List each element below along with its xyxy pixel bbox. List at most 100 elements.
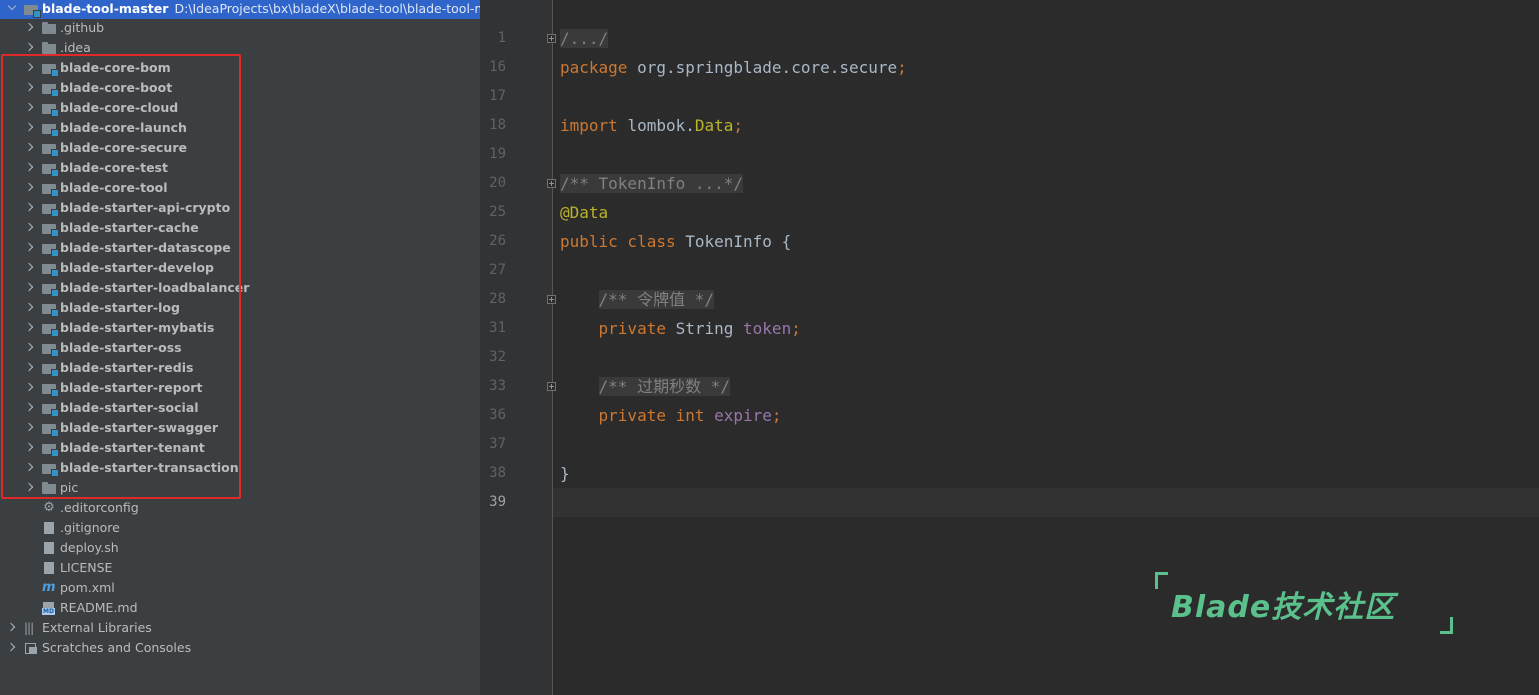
code-token: lombok. (627, 116, 695, 135)
code-line[interactable]: /** 过期秒数 */ (560, 372, 730, 401)
code-token: /** 过期秒数 */ (598, 377, 730, 396)
watermark-bracket-bottom-right (1440, 617, 1453, 634)
code-line[interactable]: package org.springblade.core.secure; (560, 53, 907, 82)
tree-item-label: Scratches and Consoles (42, 640, 192, 655)
code-token: private (560, 319, 676, 338)
line-number: 38 (489, 465, 506, 481)
tree-item-label: LICENSE (60, 560, 113, 575)
code-token: /** TokenInfo ...*/ (560, 174, 744, 193)
code-token: ; (791, 319, 801, 338)
project-tree-panel: blade-tool-master D:\IdeaProjects\bx\blad… (0, 0, 480, 695)
tree-item-label: deploy.sh (60, 540, 119, 555)
code-token: } (560, 464, 570, 483)
tree-item-label: .github (60, 20, 105, 35)
line-number: 33 (489, 378, 506, 394)
tree-item[interactable]: .gitignore (0, 518, 480, 538)
code-token: package (560, 58, 638, 77)
line-number: 1 (497, 30, 506, 46)
line-number: 25 (489, 204, 506, 220)
line-number: 31 (489, 320, 506, 336)
code-line[interactable]: public class TokenInfo { (560, 227, 791, 256)
chevron-right-icon[interactable] (6, 638, 18, 658)
code-line[interactable]: @Data (560, 198, 608, 227)
module-folder-icon (24, 2, 41, 18)
code-token: ; (771, 406, 782, 425)
line-number-gutter: 1 16 17 18 19 20 25 26 27 28 31 32 33 36 37 38 39 (480, 0, 556, 695)
tree-item-label: .editorconfig (60, 500, 139, 515)
markdown-icon (42, 601, 56, 615)
code-line[interactable]: /** 令牌值 */ (560, 285, 714, 314)
line-number: 16 (489, 59, 506, 75)
tree-item[interactable]: m pom.xml (0, 578, 480, 598)
watermark-text: Blade技术社区 (1171, 590, 1396, 625)
code-token: /.../ (560, 29, 609, 48)
tree-item[interactable]: README.md (0, 598, 480, 618)
tree-item[interactable]: ||| External Libraries (0, 618, 480, 638)
line-number: 28 (489, 291, 506, 307)
folder-icon (42, 21, 56, 35)
text-file-icon (42, 561, 56, 575)
fold-expand-icon[interactable] (547, 179, 556, 188)
code-line[interactable]: } (560, 459, 570, 488)
fold-expand-icon[interactable] (547, 295, 556, 304)
library-icon: ||| (24, 621, 35, 635)
line-number: 19 (489, 146, 506, 162)
tree-root-blade-tool-master[interactable]: blade-tool-master D:\IdeaProjects\bx\blad… (0, 0, 480, 19)
code-line[interactable]: /** TokenInfo ...*/ (560, 169, 744, 198)
line-number: 32 (489, 349, 506, 365)
scratches-icon (24, 641, 38, 655)
code-token: private int (560, 406, 715, 425)
tree-item-label: .gitignore (60, 520, 120, 535)
tree-item[interactable]: deploy.sh (0, 538, 480, 558)
line-number: 37 (489, 436, 506, 452)
code-line[interactable]: /.../ (560, 24, 609, 53)
code-token: import (560, 116, 628, 135)
code-token: Data (694, 116, 734, 135)
text-file-icon (42, 521, 56, 535)
chevron-right-icon[interactable] (24, 18, 36, 38)
shell-script-icon (42, 541, 56, 555)
chevron-down-icon[interactable] (6, 0, 18, 19)
root-project-name: blade-tool-master (42, 1, 169, 16)
code-token: TokenInfo { (685, 232, 792, 251)
tree-item[interactable]: LICENSE (0, 558, 480, 578)
folder-icon (42, 41, 56, 55)
fold-expand-icon[interactable] (547, 382, 556, 391)
tree-item[interactable]: Scratches and Consoles (0, 638, 480, 658)
tree-item[interactable]: ⚙ .editorconfig (0, 498, 480, 518)
code-token: @Data (560, 203, 609, 222)
line-number: 20 (489, 175, 506, 191)
tree-item[interactable]: .github (0, 18, 480, 38)
code-token: ; (733, 116, 744, 135)
root-project-path: D:\IdeaProjects\bx\bladeX\blade-tool\bla… (174, 1, 480, 16)
fold-expand-icon[interactable] (547, 34, 556, 43)
code-token: org.springblade.core.secure (637, 58, 898, 77)
code-token: public class (560, 232, 686, 251)
code-token: token (743, 319, 792, 338)
tree-item-label: pom.xml (60, 580, 115, 595)
maven-icon: m (42, 580, 56, 595)
line-number: 36 (489, 407, 506, 423)
line-number: 26 (489, 233, 506, 249)
gear-icon: ⚙ (43, 500, 55, 515)
tree-item-label: README.md (60, 600, 138, 615)
tree-item-label: External Libraries (42, 620, 152, 635)
code-token: /** 令牌值 */ (598, 290, 714, 309)
code-line[interactable]: private String token; (560, 314, 801, 343)
code-token: String (675, 319, 744, 338)
watermark-bracket-top-left (1155, 572, 1168, 589)
module-highlight-box (1, 54, 241, 499)
line-number: 17 (489, 88, 506, 104)
code-token: ; (897, 58, 907, 77)
blade-community-watermark: Blade技术社区 (1155, 572, 1455, 634)
line-number: 18 (489, 117, 506, 133)
chevron-right-icon[interactable] (6, 618, 18, 638)
line-number: 39 (489, 494, 506, 510)
code-line[interactable]: import lombok.Data; (560, 111, 743, 140)
line-number: 27 (489, 262, 506, 278)
code-line[interactable]: private int expire; (560, 401, 782, 430)
current-line-highlight (553, 488, 1539, 517)
code-token: expire (714, 406, 772, 425)
